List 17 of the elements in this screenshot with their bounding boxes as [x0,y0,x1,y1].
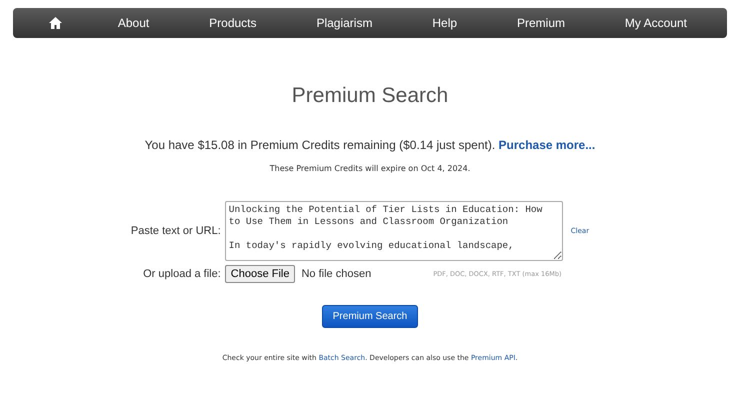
nav-link[interactable]: Premium [512,14,569,32]
field-label: Paste text or URL: [130,225,221,237]
field-label: Or upload a file: [142,268,221,280]
nav-link[interactable]: Help [428,14,462,32]
expiry-note: These Premium Credits will expire on Oct 4, 2024. [270,164,470,173]
page-title: Premium Search [292,84,448,108]
text-input-field[interactable]: Unlocking the Potential of Tier Lists in Education: How to Use Them in Lessons and Classroom Organization In today's rapidly evolving educational landscape, [224,201,563,261]
nav-link[interactable]: Products [205,14,261,32]
nav-link[interactable]: My Account [620,14,691,32]
home-icon[interactable] [48,17,62,29]
nav-link[interactable]: Plagiarism [312,14,376,32]
credits-message: You have $15.08 in Premium Credits remaining ($0.14 just spent). Purchase more... [144,138,596,152]
nav-link[interactable]: About [114,14,154,32]
premium-search-button[interactable]: Premium Search [322,305,418,328]
purchase-link[interactable]: Purchase more... [498,138,596,152]
choose-file-button[interactable]: Choose File [224,265,296,283]
file-status: No file chosen [301,268,372,280]
